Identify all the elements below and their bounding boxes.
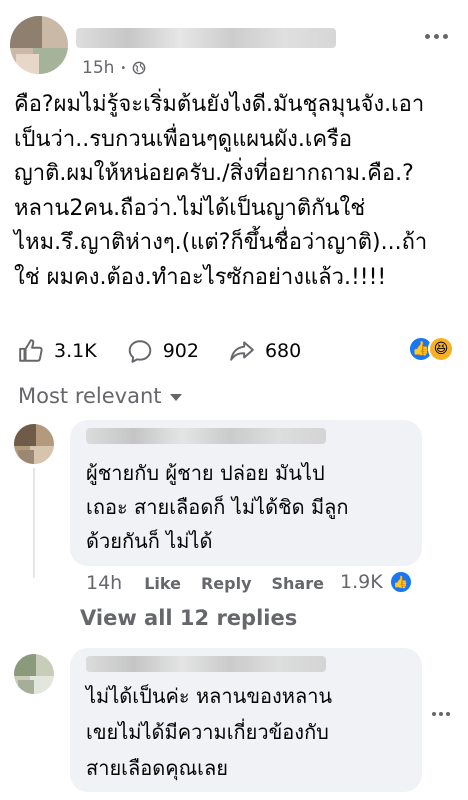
- share-count: 680: [264, 340, 302, 362]
- like-action[interactable]: 3.1K: [18, 338, 97, 364]
- comment-timestamp[interactable]: 14h: [86, 572, 122, 594]
- comment-reaction-number: 1.9K: [340, 571, 383, 593]
- thumbs-up-icon: [19, 339, 43, 362]
- comment-text: ผู้ชายกับ ผู้ชาย ปล่อย มันไป เถอะ สายเลื…: [86, 461, 349, 553]
- comment-text: ไม่ได้เป็นค่ะ หลานของหลาน เขยไม่ได้มีควา…: [86, 684, 333, 780]
- post-body-text: คือ?ผมไม่รู้จะเริ่มต้นยังไงดี.มันชุลมุนจ…: [14, 92, 428, 290]
- comment-bubble-icon: [128, 340, 151, 363]
- post-more-options-icon[interactable]: [425, 34, 448, 39]
- view-all-replies-link[interactable]: View all 12 replies: [80, 606, 297, 630]
- like-count: 3.1K: [54, 340, 97, 362]
- comment-author-avatar[interactable]: [14, 424, 54, 464]
- post-reactions-summary[interactable]: 👍 😆: [408, 336, 454, 362]
- comment-action[interactable]: 902: [127, 338, 199, 364]
- meta-separator: •: [120, 62, 127, 74]
- comment-sort-dropdown[interactable]: Most relevant: [18, 384, 182, 408]
- reply-thread-line: [33, 468, 35, 578]
- comment-author-name-blurred[interactable]: [86, 656, 326, 672]
- post-meta: 15h •: [82, 58, 146, 78]
- share-action[interactable]: 680: [229, 338, 301, 364]
- post-author-avatar[interactable]: [10, 16, 68, 74]
- post-author-name-blurred[interactable]: [76, 28, 336, 48]
- globe-icon: [132, 61, 146, 75]
- post-timestamp[interactable]: 15h: [82, 58, 114, 78]
- comment-reaction-count[interactable]: 1.9K 👍: [340, 570, 413, 594]
- like-reaction-icon: 👍: [388, 570, 413, 594]
- comment-count: 902: [162, 340, 199, 362]
- chevron-down-icon: [169, 394, 182, 401]
- sort-label: Most relevant: [18, 384, 162, 408]
- haha-reaction-icon: 😆: [428, 336, 454, 362]
- comment-author-avatar[interactable]: [14, 654, 54, 694]
- comment-author-name-blurred[interactable]: [86, 428, 326, 444]
- comment-bubble: ผู้ชายกับ ผู้ชาย ปล่อย มันไป เถอะ สายเลื…: [70, 420, 422, 566]
- comment-more-options-icon[interactable]: [432, 712, 450, 716]
- share-arrow-icon: [230, 341, 254, 361]
- comment-reply-button[interactable]: Reply: [201, 574, 252, 593]
- comment-bubble: ไม่ได้เป็นค่ะ หลานของหลาน เขยไม่ได้มีควา…: [70, 648, 422, 792]
- comment-share-button[interactable]: Share: [272, 574, 324, 593]
- comment-like-button[interactable]: Like: [144, 574, 181, 593]
- post-actions-bar: 3.1K 902 680 👍 😆: [18, 334, 458, 368]
